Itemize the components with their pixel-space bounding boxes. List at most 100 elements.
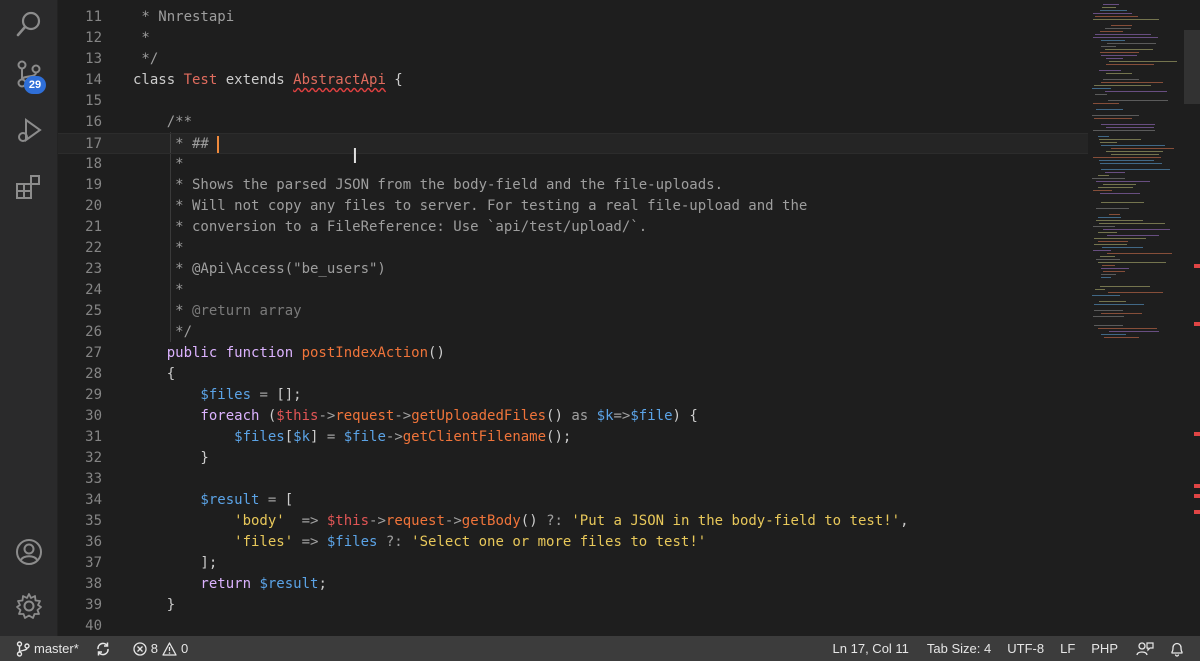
- line-number: 38: [85, 576, 102, 592]
- code-text: $result = [: [133, 492, 294, 508]
- code-line[interactable]: 16 /**: [58, 112, 1088, 133]
- line-number: 22: [85, 240, 102, 256]
- code-line[interactable]: 31 $files[$k] = $file->getClientFilename…: [58, 427, 1088, 448]
- code-text: */: [133, 324, 193, 340]
- code-text: *: [133, 30, 150, 46]
- code-line[interactable]: 14 class Test extends AbstractApi {: [58, 70, 1088, 91]
- code-line[interactable]: 30 foreach ($this->request->getUploadedF…: [58, 406, 1088, 427]
- branch-indicator[interactable]: master*: [0, 636, 87, 661]
- line-number: 39: [85, 597, 102, 613]
- language-mode[interactable]: PHP: [1083, 636, 1126, 661]
- code-line[interactable]: 24 *: [58, 280, 1088, 301]
- feedback-button[interactable]: [1126, 636, 1162, 661]
- text-caret: [217, 135, 220, 153]
- bell-icon: [1171, 642, 1183, 657]
- code-text: *: [133, 240, 184, 256]
- code-line[interactable]: 32 }: [58, 448, 1088, 469]
- code-text: 'files' => $files ?: 'Select one or more…: [133, 534, 707, 550]
- code-line[interactable]: 27 public function postIndexAction(): [58, 343, 1088, 364]
- code-line[interactable]: 23 * @Api\Access("be_users"): [58, 259, 1088, 280]
- scm-changes-badge: 29: [24, 76, 46, 94]
- sync-button[interactable]: [87, 636, 119, 661]
- line-number: 21: [85, 219, 102, 235]
- encoding[interactable]: UTF-8: [999, 636, 1052, 661]
- code-line[interactable]: 28 {: [58, 364, 1088, 385]
- code-text: */: [133, 51, 159, 67]
- code-text: * ##: [133, 135, 220, 153]
- line-number: 29: [85, 387, 102, 403]
- code-line[interactable]: 15: [58, 91, 1088, 112]
- text-cursor-icon: I: [352, 144, 358, 168]
- line-number: 12: [85, 30, 102, 46]
- minimap-scroll-slider[interactable]: [1184, 30, 1200, 104]
- code-line[interactable]: 38 return $result;: [58, 574, 1088, 595]
- code-line[interactable]: 34 $result = [: [58, 490, 1088, 511]
- code-text: }: [133, 597, 176, 613]
- extensions-icon[interactable]: [0, 163, 57, 211]
- search-icon[interactable]: [0, 0, 57, 48]
- activity-bar: 29: [0, 0, 58, 636]
- sync-icon: [96, 642, 109, 655]
- end-of-line[interactable]: LF: [1052, 636, 1083, 661]
- code-line[interactable]: 36 'files' => $files ?: 'Select one or m…: [58, 532, 1088, 553]
- line-number: 30: [85, 408, 102, 424]
- code-text: * Shows the parsed JSON from the body-fi…: [133, 177, 724, 193]
- code-text: *: [133, 156, 184, 172]
- code-line[interactable]: 37 ];: [58, 553, 1088, 574]
- code-text: public function postIndexAction(): [133, 345, 445, 361]
- code-line[interactable]: 19 * Shows the parsed JSON from the body…: [58, 175, 1088, 196]
- line-number: 28: [85, 366, 102, 382]
- error-icon: [133, 641, 147, 656]
- code-text: /**: [133, 114, 193, 130]
- code-line[interactable]: 18 *: [58, 154, 1088, 175]
- tab-size[interactable]: Tab Size: 4: [917, 636, 999, 661]
- line-number: 11: [85, 9, 102, 25]
- code-line[interactable]: 25 * @return array: [58, 301, 1088, 322]
- code-text: * @Api\Access("be_users"): [133, 261, 386, 277]
- line-number: 32: [85, 450, 102, 466]
- line-number: 19: [85, 177, 102, 193]
- code-text: }: [133, 450, 209, 466]
- minimap[interactable]: [1088, 0, 1200, 636]
- line-number: 25: [85, 303, 102, 319]
- cursor-position[interactable]: Ln 17, Col 11: [825, 636, 917, 661]
- line-number: 35: [85, 513, 102, 529]
- branch-name: master*: [34, 641, 79, 656]
- code-line[interactable]: 11 * Nnrestapi: [58, 7, 1088, 28]
- code-line[interactable]: 40: [58, 616, 1088, 637]
- settings-gear-icon[interactable]: [0, 582, 57, 630]
- code-text: class Test extends AbstractApi {: [133, 72, 403, 88]
- code-text: 'body' => $this->request->getBody() ?: '…: [133, 513, 909, 529]
- code-text: * conversion to a FileReference: Use `ap…: [133, 219, 648, 235]
- line-number: 15: [85, 93, 102, 109]
- code-text: foreach ($this->request->getUploadedFile…: [133, 408, 698, 424]
- code-editor[interactable]: 11 * Nnrestapi 12 * 13 */14 class Test exte…: [58, 0, 1088, 636]
- line-number: 40: [85, 618, 102, 634]
- code-line[interactable]: 26 */: [58, 322, 1088, 343]
- line-number: 18: [85, 156, 102, 172]
- code-line[interactable]: 12 *: [58, 28, 1088, 49]
- code-line[interactable]: 33: [58, 469, 1088, 490]
- line-number: 16: [85, 114, 102, 130]
- code-line[interactable]: 29 $files = [];: [58, 385, 1088, 406]
- line-number: 27: [85, 345, 102, 361]
- code-text: * Will not copy any files to server. For…: [133, 198, 808, 214]
- problems-indicator[interactable]: 8 0: [119, 636, 196, 661]
- code-line[interactable]: 22 *: [58, 238, 1088, 259]
- line-number: 26: [85, 324, 102, 340]
- code-line[interactable]: 20 * Will not copy any files to server. …: [58, 196, 1088, 217]
- line-number: 14: [85, 72, 102, 88]
- code-text: * @return array: [133, 303, 302, 319]
- account-icon[interactable]: [0, 528, 57, 576]
- line-number: 37: [85, 555, 102, 571]
- line-number: 20: [85, 198, 102, 214]
- run-debug-icon[interactable]: [0, 106, 57, 154]
- code-line[interactable]: 13 */: [58, 49, 1088, 70]
- code-line[interactable]: 39 }: [58, 595, 1088, 616]
- code-line[interactable]: 35 'body' => $this->request->getBody() ?…: [58, 511, 1088, 532]
- warning-count: 0: [181, 641, 189, 656]
- code-text: $files[$k] = $file->getClientFilename();: [133, 429, 572, 445]
- code-line[interactable]: 17 * ##: [58, 133, 1088, 154]
- notifications-button[interactable]: [1162, 636, 1200, 661]
- code-line[interactable]: 21 * conversion to a FileReference: Use …: [58, 217, 1088, 238]
